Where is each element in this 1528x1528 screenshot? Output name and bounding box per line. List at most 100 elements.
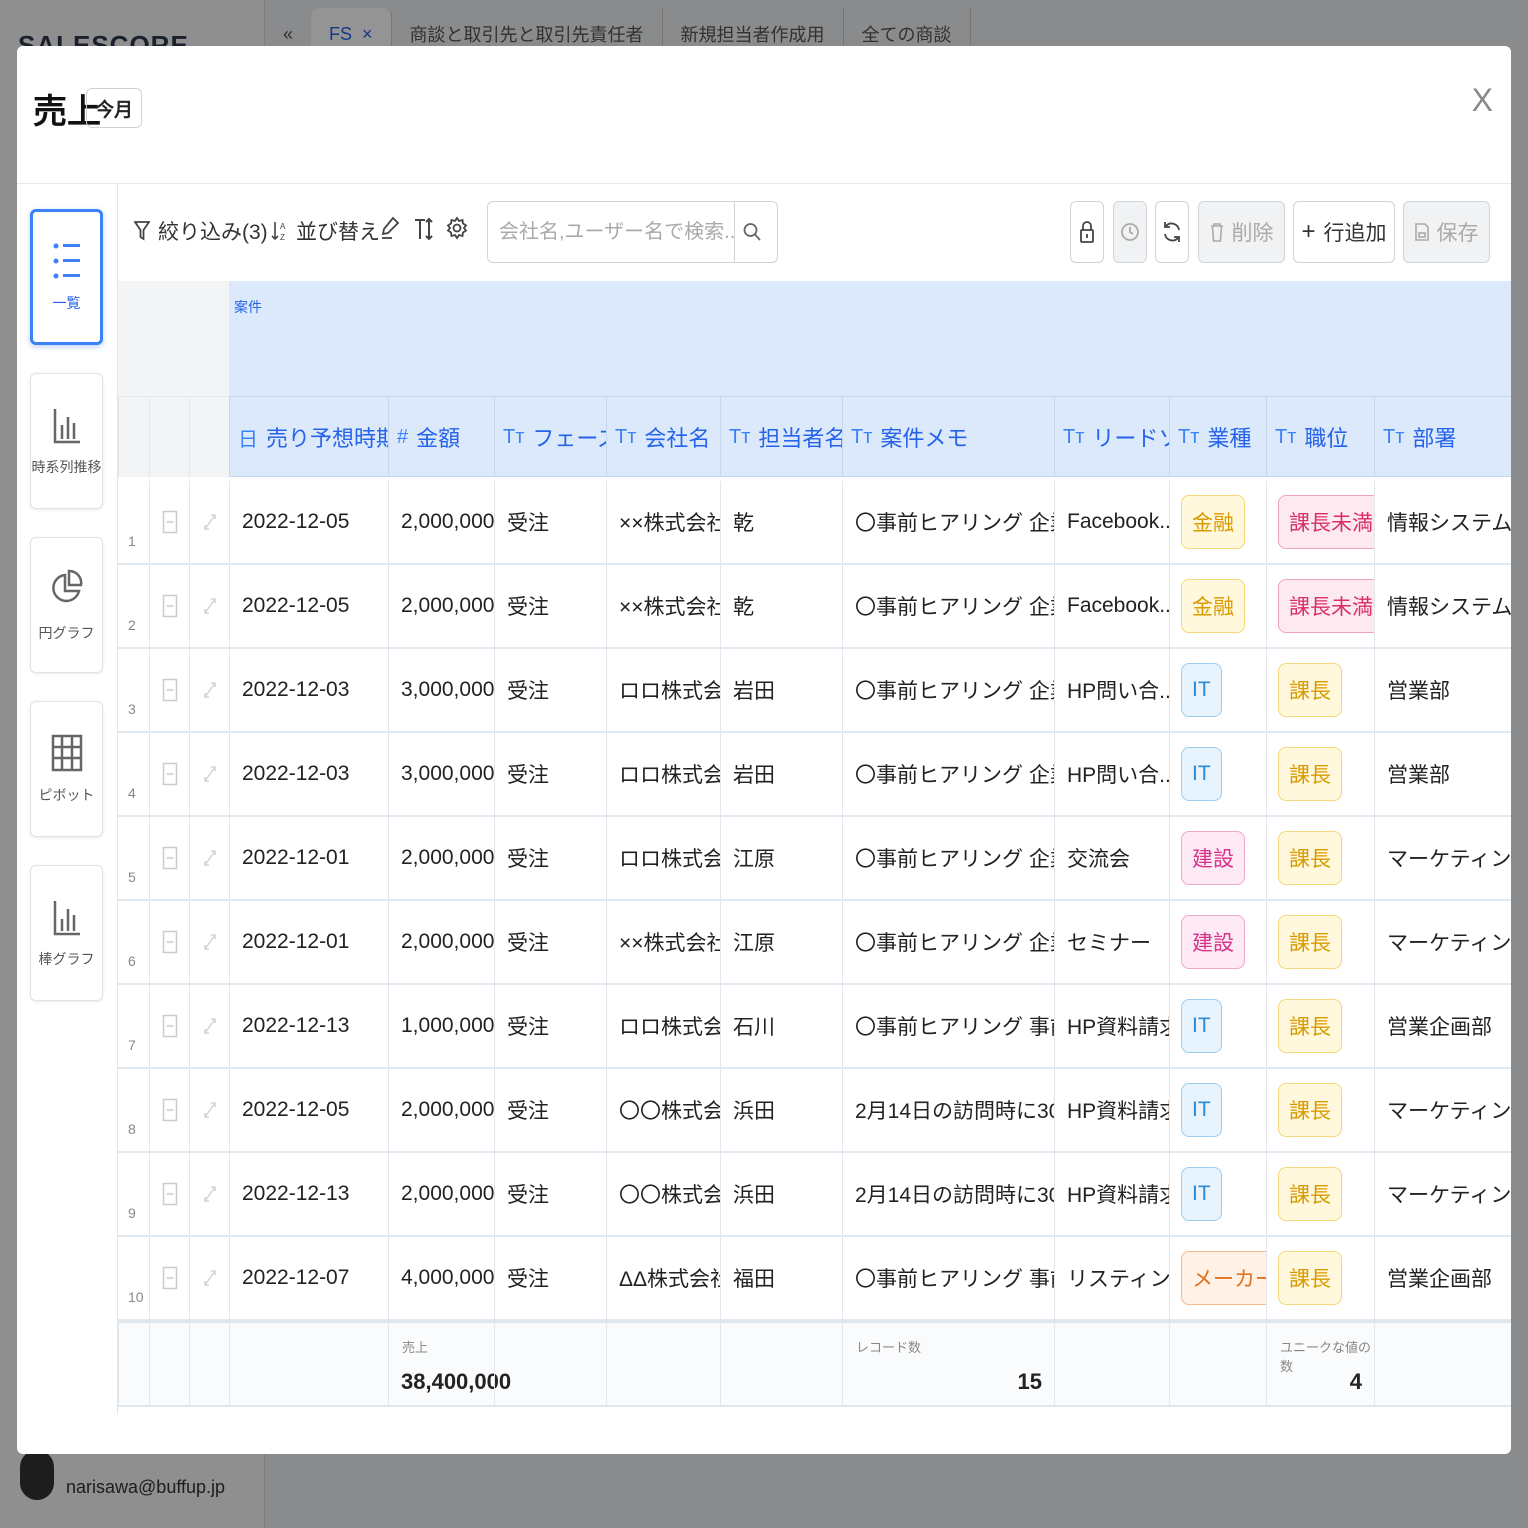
- cell-department[interactable]: 営業部: [1374, 733, 1511, 815]
- cell-deal-memo[interactable]: 2月14日の訪問時に30~5...: [842, 1153, 1054, 1235]
- cell-deal-memo[interactable]: 〇事前ヒアリング 企業規...: [842, 733, 1054, 815]
- cell-phase[interactable]: 受注: [494, 817, 606, 899]
- cell-sales-forecast-date[interactable]: 2022-12-05: [229, 481, 388, 563]
- sort-button[interactable]: AZ 並び替え: [270, 216, 380, 246]
- lock-button[interactable]: [1070, 201, 1104, 263]
- cell-lead-source[interactable]: Facebook...: [1054, 565, 1169, 647]
- row-detail-button[interactable]: [149, 733, 189, 815]
- cell-amount[interactable]: 2,000,000: [388, 901, 494, 983]
- cell-department[interactable]: マーケティング部: [1374, 901, 1511, 983]
- cell-amount[interactable]: 2,000,000: [388, 817, 494, 899]
- cell-lead-source[interactable]: リスティング: [1054, 1237, 1169, 1319]
- cell-industry[interactable]: 金融: [1169, 565, 1266, 647]
- cell-lead-source[interactable]: HP問い合...: [1054, 649, 1169, 731]
- cell-deal-memo[interactable]: 〇事前ヒアリング 企業規...: [842, 817, 1054, 899]
- search-input[interactable]: [488, 203, 734, 261]
- cell-sales-forecast-date[interactable]: 2022-12-13: [229, 985, 388, 1067]
- cell-deal-memo[interactable]: 〇事前ヒアリング 企業規...: [842, 481, 1054, 563]
- cell-position[interactable]: 課長: [1266, 985, 1374, 1067]
- cell-phase[interactable]: 受注: [494, 1153, 606, 1235]
- row-detail-button[interactable]: [149, 1069, 189, 1151]
- cell-lead-source[interactable]: Facebook...: [1054, 481, 1169, 563]
- row-detail-button[interactable]: [149, 481, 189, 563]
- row-expand-button[interactable]: [189, 565, 229, 647]
- cell-position[interactable]: 課長: [1266, 649, 1374, 731]
- cell-position[interactable]: 課長: [1266, 901, 1374, 983]
- cell-position[interactable]: 課長: [1266, 817, 1374, 899]
- row-detail-button[interactable]: [149, 565, 189, 647]
- cell-company-name[interactable]: ロロ株式会社: [606, 733, 720, 815]
- row-detail-button[interactable]: [149, 649, 189, 731]
- column-header-contact-name[interactable]: Tт 担当者名: [720, 397, 842, 477]
- cell-phase[interactable]: 受注: [494, 1237, 606, 1319]
- cell-phase[interactable]: 受注: [494, 649, 606, 731]
- cell-deal-memo[interactable]: 〇事前ヒアリング 事前ヒ...: [842, 985, 1054, 1067]
- cell-industry[interactable]: IT: [1169, 985, 1266, 1067]
- cell-department[interactable]: 営業企画部: [1374, 985, 1511, 1067]
- cell-company-name[interactable]: ××株式会社: [606, 481, 720, 563]
- column-header-industry[interactable]: Tт 業種: [1169, 397, 1266, 477]
- save-button[interactable]: 保存: [1403, 201, 1490, 263]
- cell-company-name[interactable]: 〇〇株式会社: [606, 1069, 720, 1151]
- row-expand-button[interactable]: [189, 733, 229, 815]
- cell-phase[interactable]: 受注: [494, 1069, 606, 1151]
- search-button[interactable]: [734, 202, 768, 262]
- row-detail-button[interactable]: [149, 1153, 189, 1235]
- view-list-button[interactable]: 一覧: [30, 209, 103, 345]
- cell-industry[interactable]: IT: [1169, 733, 1266, 815]
- row-expand-button[interactable]: [189, 649, 229, 731]
- row-detail-button[interactable]: [149, 817, 189, 899]
- row-detail-button[interactable]: [149, 1237, 189, 1319]
- cell-sales-forecast-date[interactable]: 2022-12-03: [229, 733, 388, 815]
- cell-contact-name[interactable]: 岩田: [720, 649, 842, 731]
- column-header-department[interactable]: Tт 部署: [1374, 397, 1511, 477]
- cell-amount[interactable]: 3,000,000: [388, 733, 494, 815]
- cell-position[interactable]: 課長未満: [1266, 565, 1374, 647]
- cell-department[interactable]: 営業部: [1374, 649, 1511, 731]
- cell-company-name[interactable]: 〇〇株式会社: [606, 1153, 720, 1235]
- cell-amount[interactable]: 2,000,000: [388, 1069, 494, 1151]
- cell-department[interactable]: 情報システム部: [1374, 481, 1511, 563]
- cell-lead-source[interactable]: 交流会: [1054, 817, 1169, 899]
- cell-amount[interactable]: 2,000,000: [388, 481, 494, 563]
- history-button[interactable]: [1113, 201, 1147, 263]
- cell-deal-memo[interactable]: 2月14日の訪問時に30~5...: [842, 1069, 1054, 1151]
- cell-contact-name[interactable]: 乾: [720, 481, 842, 563]
- cell-company-name[interactable]: ΔΔ株式会社: [606, 1237, 720, 1319]
- cell-contact-name[interactable]: 乾: [720, 565, 842, 647]
- add-row-button[interactable]: + 行追加: [1293, 201, 1395, 263]
- cell-sales-forecast-date[interactable]: 2022-12-01: [229, 817, 388, 899]
- cell-industry[interactable]: 金融: [1169, 481, 1266, 563]
- cell-sales-forecast-date[interactable]: 2022-12-05: [229, 1069, 388, 1151]
- settings-button[interactable]: [446, 216, 468, 240]
- cell-company-name[interactable]: ロロ株式会社: [606, 649, 720, 731]
- column-header-phase[interactable]: Tт フェーズ: [494, 397, 606, 477]
- cell-industry[interactable]: IT: [1169, 649, 1266, 731]
- column-header-lead-source[interactable]: Tт リードソース: [1054, 397, 1169, 477]
- cell-position[interactable]: 課長: [1266, 1237, 1374, 1319]
- row-expand-button[interactable]: [189, 985, 229, 1067]
- cell-company-name[interactable]: ロロ株式会社: [606, 985, 720, 1067]
- row-expand-button[interactable]: [189, 901, 229, 983]
- cell-position[interactable]: 課長: [1266, 1153, 1374, 1235]
- cell-deal-memo[interactable]: 〇事前ヒアリング 企業規...: [842, 901, 1054, 983]
- text-size-button[interactable]: [414, 216, 434, 242]
- column-header-amount[interactable]: # 金額: [388, 397, 494, 477]
- cell-deal-memo[interactable]: 〇事前ヒアリング 企業規...: [842, 565, 1054, 647]
- cell-position[interactable]: 課長未満: [1266, 481, 1374, 563]
- cell-industry[interactable]: IT: [1169, 1069, 1266, 1151]
- view-bar-button[interactable]: 棒グラフ: [30, 865, 103, 1001]
- delete-button[interactable]: 削除: [1198, 201, 1285, 263]
- cell-sales-forecast-date[interactable]: 2022-12-05: [229, 565, 388, 647]
- cell-sales-forecast-date[interactable]: 2022-12-13: [229, 1153, 388, 1235]
- cell-industry[interactable]: 建設: [1169, 901, 1266, 983]
- view-pivot-button[interactable]: ピボット: [30, 701, 103, 837]
- cell-department[interactable]: 営業企画部: [1374, 1237, 1511, 1319]
- cell-deal-memo[interactable]: 〇事前ヒアリング 企業規...: [842, 649, 1054, 731]
- cell-lead-source[interactable]: HP問い合...: [1054, 733, 1169, 815]
- cell-contact-name[interactable]: 江原: [720, 901, 842, 983]
- cell-industry[interactable]: メーカー: [1169, 1237, 1266, 1319]
- cell-sales-forecast-date[interactable]: 2022-12-07: [229, 1237, 388, 1319]
- close-button[interactable]: X: [1472, 82, 1493, 119]
- cell-sales-forecast-date[interactable]: 2022-12-01: [229, 901, 388, 983]
